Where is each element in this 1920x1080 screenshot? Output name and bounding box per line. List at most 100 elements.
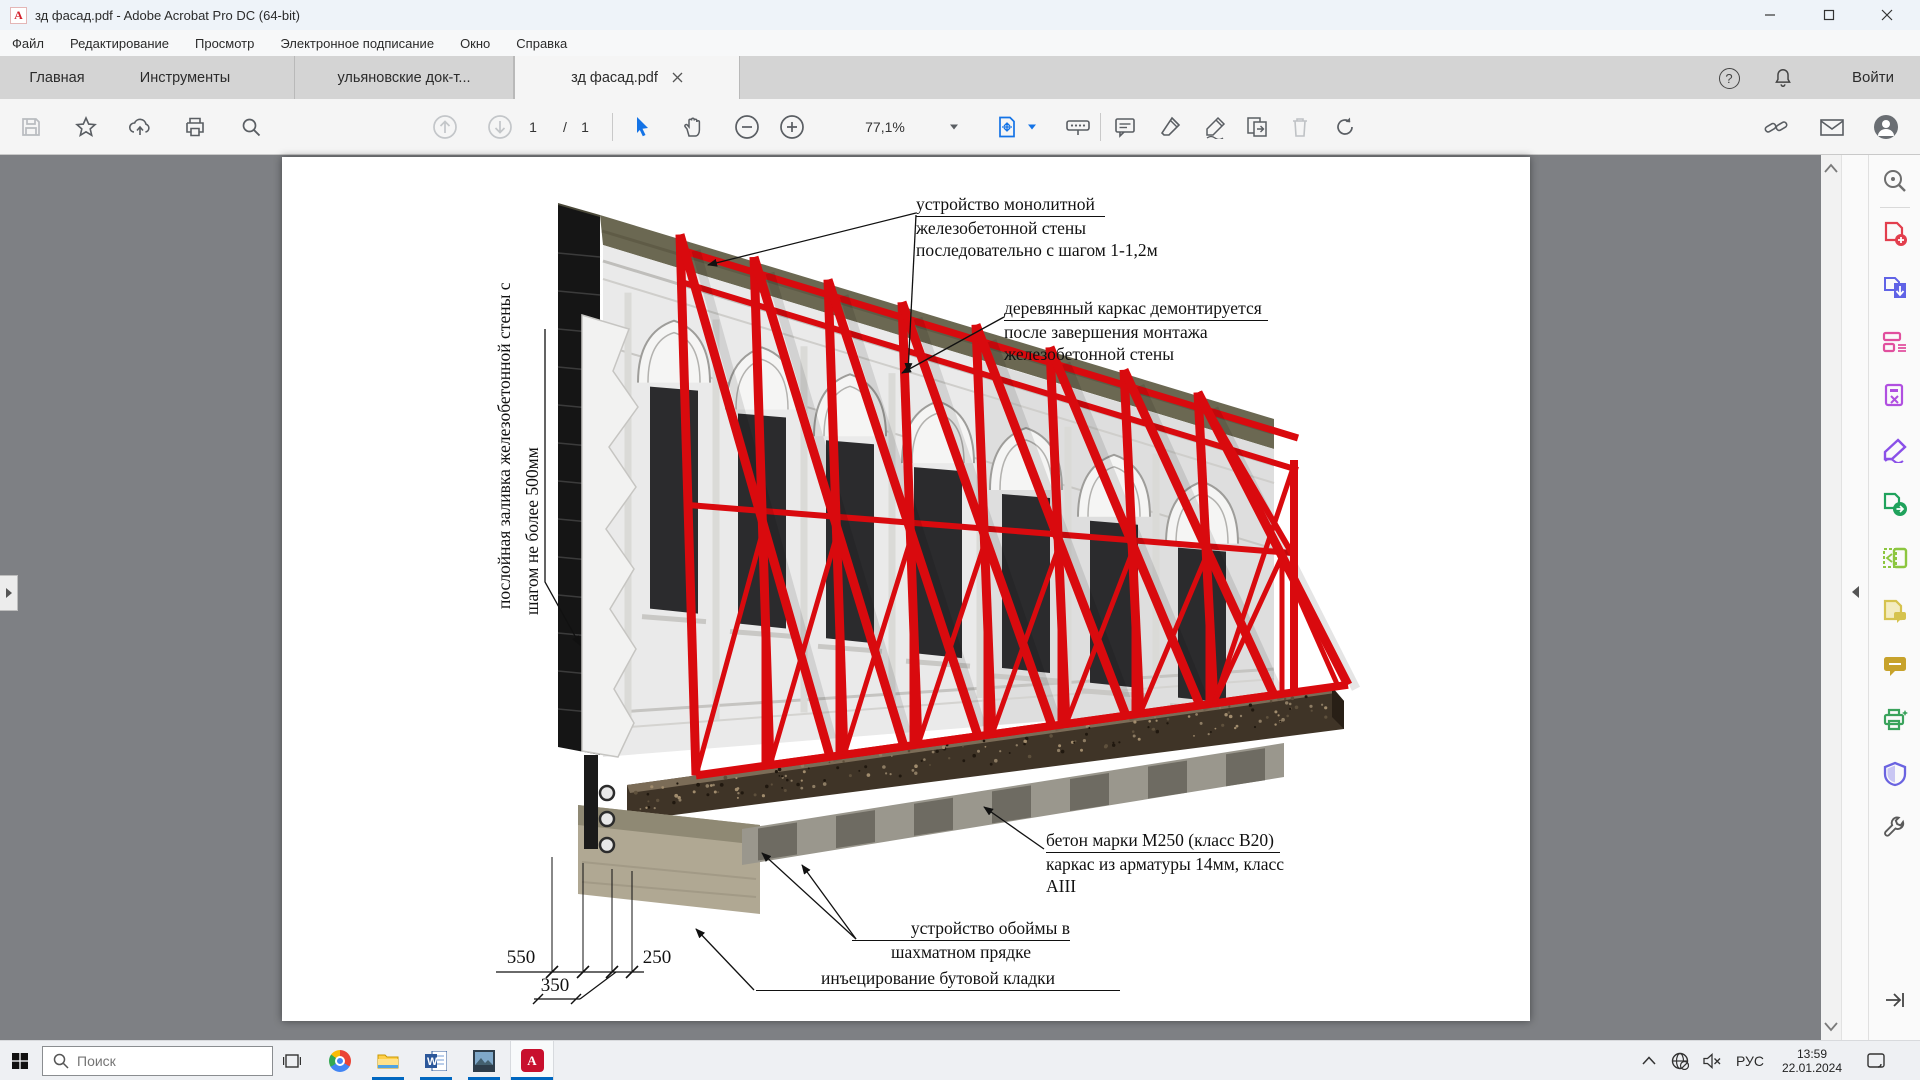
tab-tools[interactable]: Инструменты <box>120 56 250 99</box>
sign-in-button[interactable]: Войти <box>1838 56 1908 99</box>
main-toolbar: 1 / 1 77,1% <box>0 99 1920 155</box>
fill-sign-button[interactable] <box>1881 436 1909 464</box>
zoom-level-dropdown[interactable] <box>949 123 959 130</box>
delete-pages-button[interactable] <box>1881 382 1909 410</box>
menu-window[interactable]: Окно <box>460 36 490 51</box>
export-pdf-button[interactable] <box>1881 274 1909 302</box>
highlight-tool-button[interactable] <box>1158 115 1182 139</box>
send-review-button[interactable] <box>1881 490 1909 518</box>
task-view-button[interactable] <box>272 1041 312 1080</box>
start-button[interactable] <box>0 1041 40 1080</box>
close-button[interactable] <box>1864 0 1910 30</box>
favorites-button[interactable] <box>74 115 98 139</box>
hand-icon <box>681 115 705 139</box>
chrome-taskbar-button[interactable] <box>320 1041 360 1080</box>
comments-file-icon <box>1882 599 1908 625</box>
clock[interactable]: 13:59 22.01.2024 <box>1777 1041 1847 1080</box>
select-tool-button[interactable] <box>631 115 653 139</box>
print-production-button[interactable] <box>1881 706 1909 734</box>
network-tray-button[interactable] <box>1664 1041 1696 1080</box>
file-explorer-icon <box>377 1052 399 1070</box>
comment-tool-button[interactable] <box>1113 115 1137 139</box>
delete-button[interactable] <box>1289 115 1311 139</box>
photos-taskbar-button[interactable] <box>464 1041 504 1080</box>
svg-text:W: W <box>427 1056 438 1068</box>
fill-sign-tool-button[interactable] <box>1203 115 1227 139</box>
windows-taskbar: W A РУС 13:59 22.01.2024 <box>0 1040 1920 1080</box>
open-navigation-pane-button[interactable] <box>0 575 18 611</box>
menu-view[interactable]: Просмотр <box>195 36 254 51</box>
language-indicator[interactable]: РУС <box>1728 1041 1772 1080</box>
export-pages-button[interactable] <box>1245 115 1271 139</box>
fit-page-dropdown[interactable] <box>1027 123 1037 130</box>
wrench-icon <box>1883 816 1907 840</box>
notifications-button[interactable] <box>1770 65 1796 91</box>
stamp-comment-button[interactable] <box>1881 652 1909 680</box>
word-taskbar-button[interactable]: W <box>416 1041 456 1080</box>
scroll-up-icon[interactable] <box>1821 159 1841 179</box>
expand-tools-button[interactable] <box>1881 986 1909 1014</box>
zoom-in-button[interactable] <box>779 114 805 140</box>
select-cursor-icon <box>631 115 653 139</box>
save-icon <box>19 115 43 139</box>
tab-doc-facade[interactable]: зд фасад.pdf <box>514 56 740 99</box>
previous-page-button[interactable] <box>432 114 458 140</box>
avatar-icon <box>1873 114 1899 140</box>
minimize-icon <box>1764 9 1776 21</box>
organize-pages-button[interactable] <box>1881 328 1909 356</box>
menu-esign[interactable]: Электронное подписание <box>280 36 434 51</box>
tray-expand-button[interactable] <box>1634 1041 1664 1080</box>
signature-pen-icon <box>1203 115 1227 139</box>
tab-doc-ulyanovsk[interactable]: ульяновские док-т... <box>294 56 514 99</box>
dimension-350: 350 <box>532 975 578 997</box>
tab-home[interactable]: Главная <box>12 56 102 99</box>
print-button[interactable] <box>183 115 207 139</box>
vertical-scrollbar[interactable] <box>1821 155 1841 1040</box>
zoom-level-value[interactable]: 77,1% <box>865 119 905 135</box>
send-mail-button[interactable] <box>1819 116 1845 138</box>
mail-icon <box>1819 116 1845 138</box>
create-pdf-button[interactable] <box>1881 220 1909 248</box>
menu-file[interactable]: Файл <box>12 36 44 51</box>
crop-pages-button[interactable] <box>1881 544 1909 572</box>
explorer-taskbar-button[interactable] <box>368 1041 408 1080</box>
taskbar-search-box[interactable] <box>42 1046 273 1076</box>
menu-edit[interactable]: Редактирование <box>70 36 169 51</box>
action-center-button[interactable] <box>1856 1041 1896 1080</box>
tools-search-button[interactable] <box>1881 167 1909 195</box>
page-number-input[interactable]: 1 <box>529 119 537 135</box>
menu-help[interactable]: Справка <box>516 36 567 51</box>
maximize-button[interactable] <box>1806 0 1852 30</box>
volume-tray-button[interactable] <box>1696 1041 1728 1080</box>
more-tools-button[interactable] <box>1881 814 1909 842</box>
help-button[interactable]: ? <box>1716 65 1742 91</box>
account-button[interactable] <box>1873 114 1899 140</box>
acrobat-taskbar-button[interactable]: A <box>510 1041 554 1080</box>
tab-close-icon[interactable] <box>672 72 683 83</box>
maximize-icon <box>1823 9 1835 21</box>
find-button[interactable] <box>239 115 263 139</box>
display-settings-button[interactable] <box>1064 115 1092 139</box>
export-pdf-icon <box>1882 275 1908 301</box>
chevron-right-icon <box>5 587 13 599</box>
scroll-down-icon[interactable] <box>1821 1016 1841 1036</box>
page-total: 1 <box>581 119 589 135</box>
fit-page-icon <box>995 115 1019 139</box>
save-button[interactable] <box>19 115 43 139</box>
get-link-button[interactable] <box>1763 115 1789 139</box>
fit-page-button[interactable] <box>995 115 1019 139</box>
photo-viewer-icon <box>473 1050 495 1072</box>
search-input[interactable] <box>77 1053 247 1069</box>
next-page-button[interactable] <box>487 114 513 140</box>
zoom-out-button[interactable] <box>734 114 760 140</box>
hand-tool-button[interactable] <box>681 115 705 139</box>
minimize-button[interactable] <box>1747 0 1793 30</box>
protect-button[interactable] <box>1881 760 1909 788</box>
refresh-icon <box>1333 115 1357 139</box>
comments-file-button[interactable] <box>1881 598 1909 626</box>
refresh-button[interactable] <box>1333 115 1357 139</box>
zoom-in-icon <box>779 114 805 140</box>
collapse-tools-icon[interactable] <box>1850 585 1860 599</box>
share-button[interactable] <box>127 115 153 139</box>
pdf-page[interactable]: устройство монолитной железобетонной сте… <box>282 157 1530 1021</box>
